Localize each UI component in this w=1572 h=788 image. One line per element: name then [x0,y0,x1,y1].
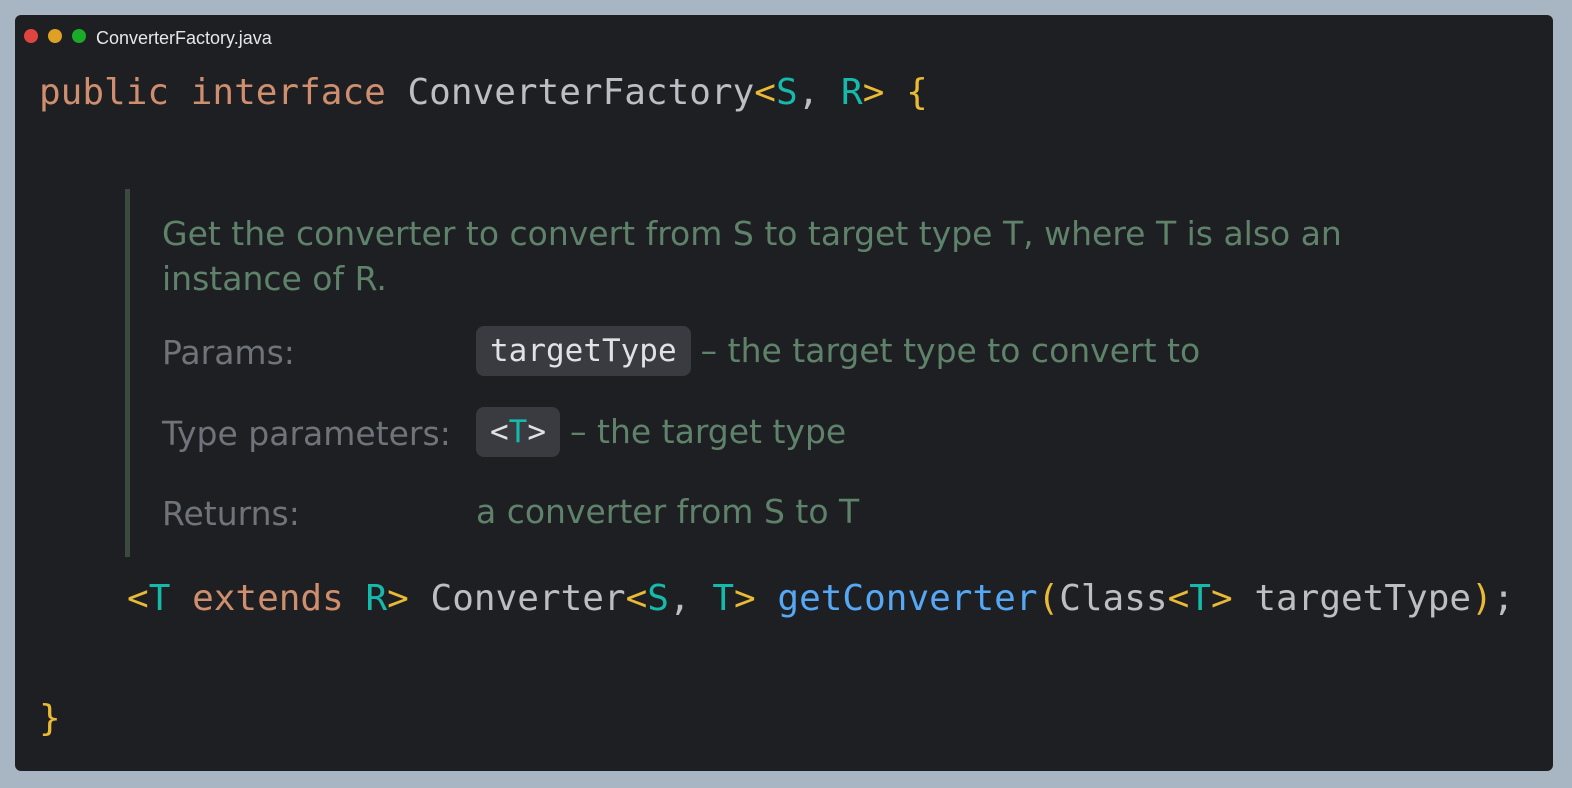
chip-angle-close: > [527,414,547,450]
comma: , [797,72,842,113]
angle-close: > [1210,578,1233,619]
close-dot-icon[interactable] [24,29,38,43]
type-parameters-label: Type parameters: [162,414,451,453]
param-type: Class [1059,578,1168,619]
brace-open: { [906,72,928,113]
title-bar: ConverterFactory.java [15,15,1553,59]
comma: , [668,578,713,619]
keyword-public: public [39,72,170,113]
params-description: – the target type to convert to [700,331,1201,370]
angle-open: < [625,578,648,619]
interface-name: ConverterFactory [407,72,755,113]
angle-open: < [1167,578,1190,619]
type-parameters-value: <T> – the target type [476,407,846,457]
minimize-dot-icon[interactable] [48,29,62,43]
angle-open: < [754,72,776,113]
angle-close: > [734,578,756,619]
returns-label: Returns: [162,494,300,533]
type-param-chip-t[interactable]: <T> [476,407,561,457]
javadoc-description: Get the converter to convert from S to t… [162,214,1342,298]
chip-angle-open: < [490,414,509,450]
type-param-s: S [775,72,798,113]
angle-close: > [862,72,885,113]
chip-type-t: T [508,414,528,450]
type-parameters-description: – the target type [570,412,847,451]
returns-description: a converter from S to T [476,492,860,531]
type-param-s: S [647,578,669,619]
type-param-r: R [841,72,863,113]
paren-close: ) [1471,578,1493,619]
javadoc-block: Get the converter to convert from S to t… [125,189,1430,557]
type-param-t: T [712,578,735,619]
angle-open: < [127,578,149,619]
param-chip-targettype[interactable]: targetType [476,326,691,376]
return-type: Converter [430,578,626,619]
type-param-t: T [148,578,171,619]
params-label: Params: [162,333,295,372]
window-title: ConverterFactory.java [96,28,272,48]
keyword-extends: extends [192,578,344,619]
code-line-interface-declaration[interactable]: public interface ConverterFactory<S, R> … [39,71,928,115]
code-line-method-declaration[interactable]: <T extends R> Converter<S, T> getConvert… [127,577,1514,621]
editor-window: ConverterFactory.java public interface C… [15,15,1553,771]
type-param-r: R [365,578,388,619]
maximize-dot-icon[interactable] [72,29,86,43]
code-line-closing-brace[interactable]: } [39,697,61,741]
params-value: targetType – the target type to convert t… [476,326,1200,376]
keyword-interface: interface [190,72,386,113]
param-name: targetType [1254,578,1472,619]
type-param-t: T [1189,578,1211,619]
brace-close: } [39,698,61,739]
semicolon: ; [1492,578,1515,619]
angle-close: > [387,578,409,619]
paren-open: ( [1037,578,1060,619]
method-name: getConverter [777,578,1038,619]
